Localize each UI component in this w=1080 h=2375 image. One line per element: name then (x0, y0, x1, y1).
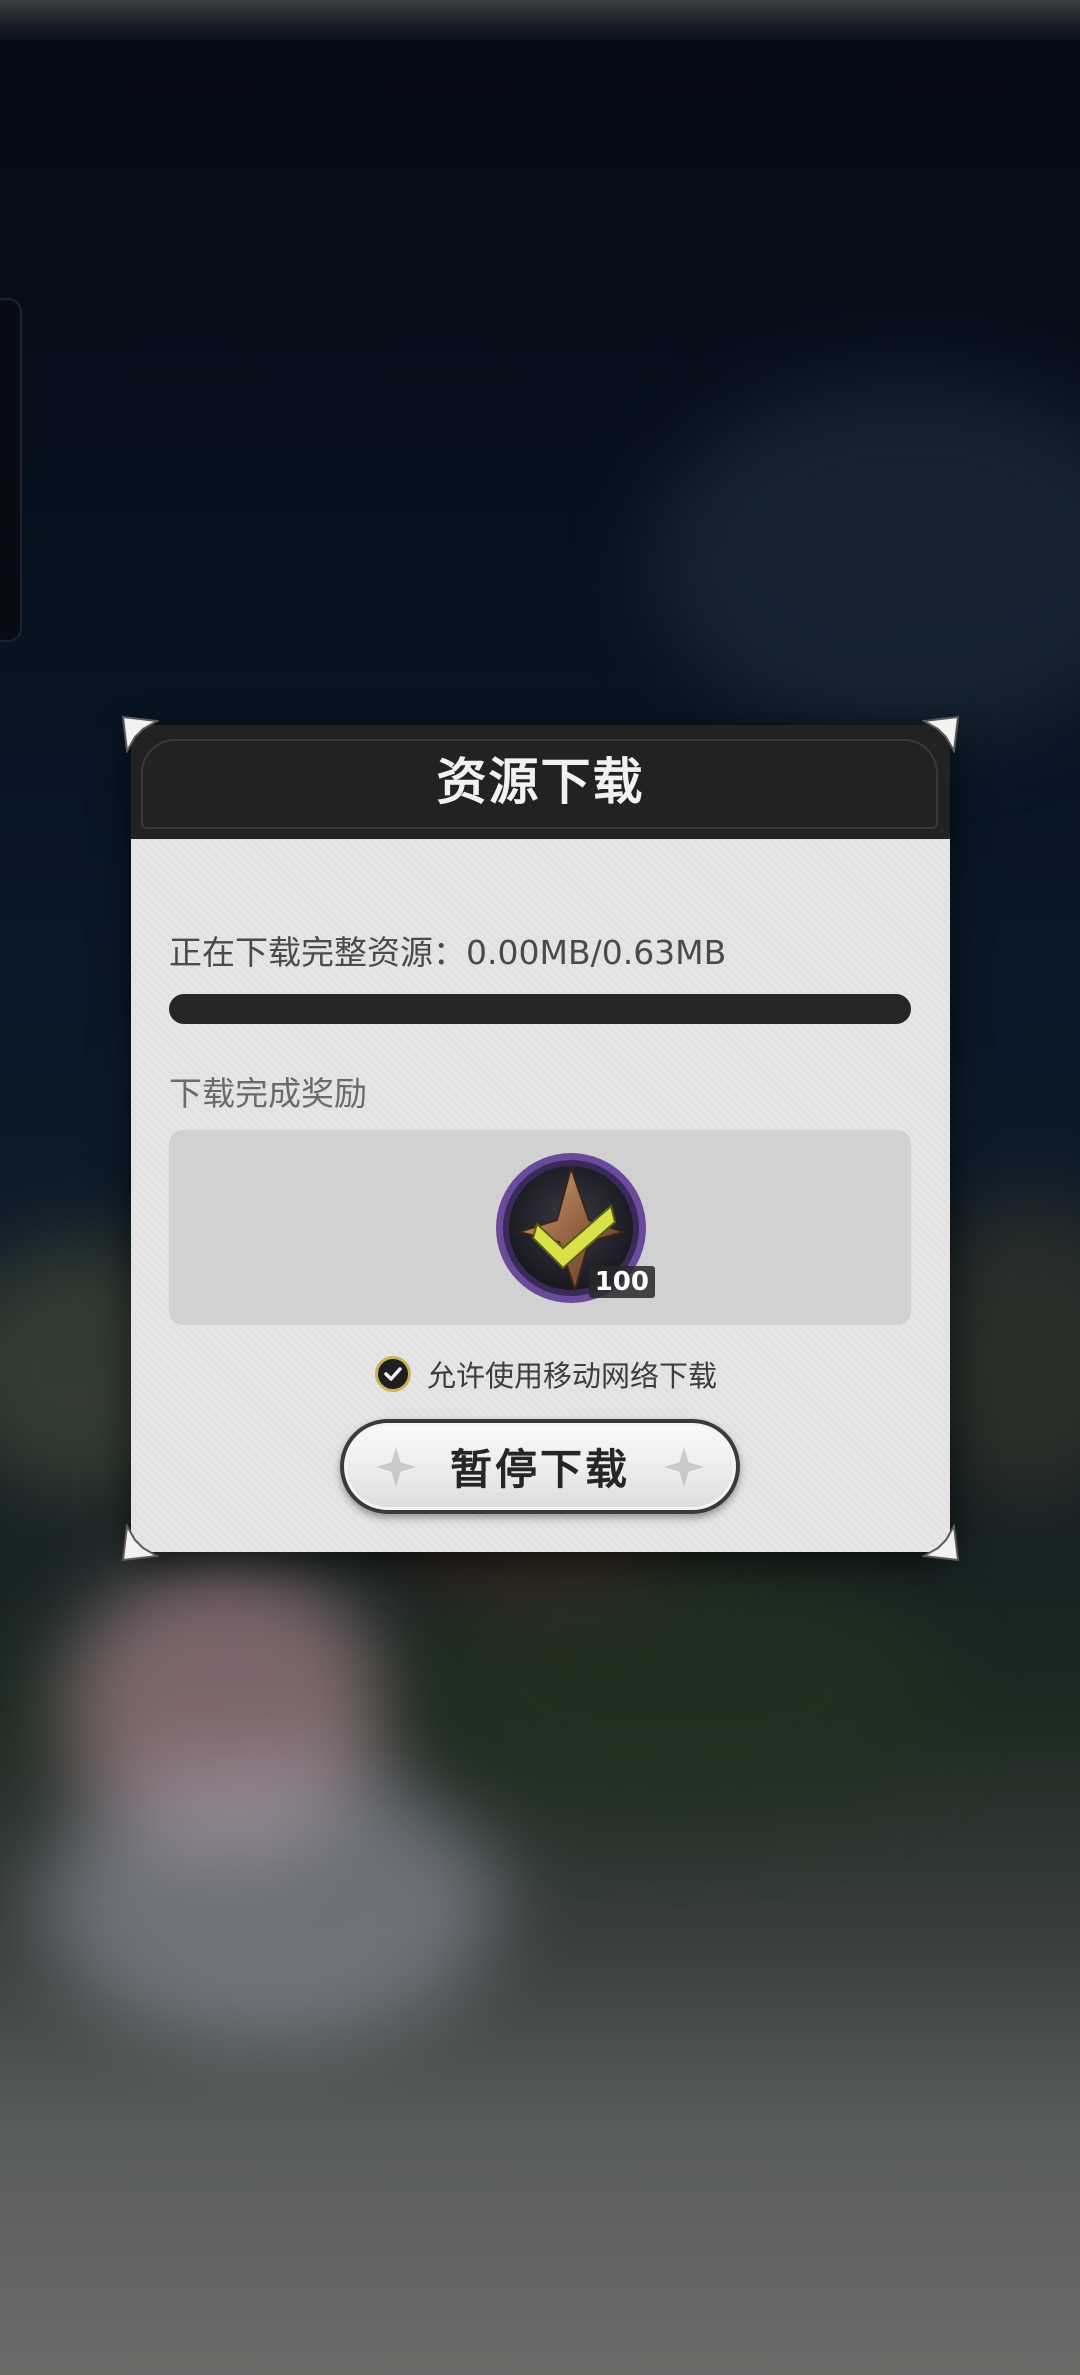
dialog-body: 正在下载完整资源：0.00MB/0.63MB 下载完成奖励 100 允许使用移动… (131, 839, 950, 1552)
reward-item[interactable]: 100 (493, 1150, 655, 1306)
mobile-network-label: 允许使用移动网络下载 (427, 1359, 718, 1393)
corner-ornament-icon (121, 715, 159, 753)
dialog-title: 资源下载 (436, 753, 645, 811)
dialog-header: 资源下载 (131, 725, 950, 839)
checkbox-checked-icon[interactable] (375, 1356, 411, 1392)
button-left-ornament-icon (376, 1447, 416, 1487)
corner-ornament-icon (922, 715, 960, 753)
reward-count: 100 (588, 1266, 655, 1298)
button-right-ornament-icon (664, 1447, 704, 1487)
corner-ornament-icon (121, 1524, 159, 1562)
download-dialog: 资源下载 正在下载完整资源：0.00MB/0.63MB 下载完成奖励 100 允… (121, 715, 960, 1562)
status-bar (0, 0, 1080, 40)
corner-ornament-icon (922, 1524, 960, 1562)
reward-label: 下载完成奖励 (169, 1074, 367, 1113)
pause-download-button[interactable]: 暂停下载 (340, 1419, 740, 1514)
mobile-network-toggle[interactable]: 允许使用移动网络下载 (375, 1354, 717, 1394)
pause-download-label: 暂停下载 (449, 1445, 630, 1494)
side-panel-tab[interactable] (0, 298, 22, 642)
reward-box: 100 (169, 1130, 911, 1325)
download-status-text: 正在下载完整资源：0.00MB/0.63MB (169, 933, 727, 972)
download-progress-bar (169, 994, 911, 1024)
